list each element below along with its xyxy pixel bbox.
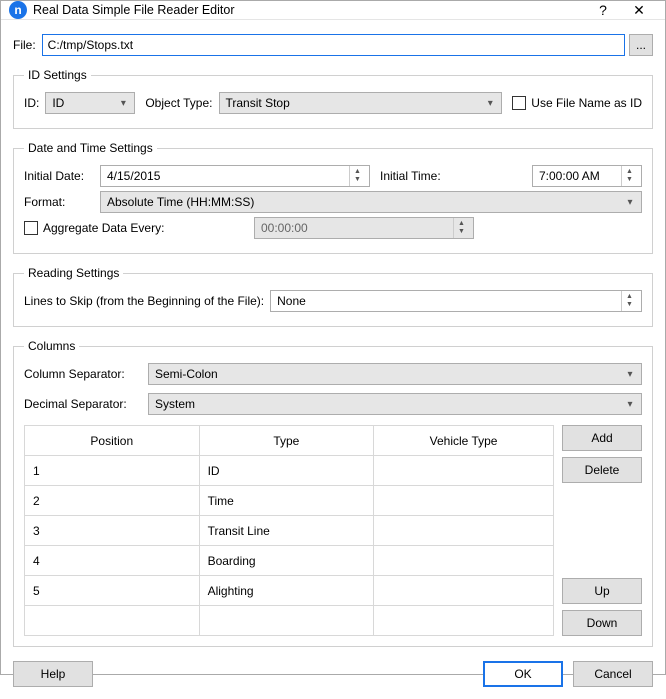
column-separator-select[interactable]: Semi-Colon▾ [148,363,642,385]
id-settings-group: ID Settings ID: ID▾ Object Type: Transit… [13,68,653,129]
table-header-row: Position Type Vehicle Type [25,426,554,456]
table-cell[interactable]: Alighting [199,576,374,606]
close-icon[interactable]: ✕ [621,2,657,19]
id-select[interactable]: ID▾ [45,92,135,114]
file-label: File: [13,38,36,52]
table-cell[interactable]: ID [199,456,374,486]
file-path-input[interactable] [42,34,625,56]
table-row[interactable]: 1ID [25,456,554,486]
table-cell[interactable]: 4 [25,546,200,576]
chevron-down-icon: ▾ [483,98,497,109]
use-filename-label: Use File Name as ID [531,96,642,110]
initial-date-input[interactable]: 4/15/2015 ▲▼ [100,165,370,187]
chevron-down-icon: ▾ [623,399,637,410]
use-filename-checkbox[interactable]: Use File Name as ID [512,96,642,110]
table-cell[interactable] [374,606,554,636]
table-cell[interactable]: Time [199,486,374,516]
columns-legend: Columns [24,339,79,353]
table-row[interactable] [25,606,554,636]
chevron-down-icon: ▾ [116,98,130,109]
window-title: Real Data Simple File Reader Editor [33,3,585,17]
table-cell[interactable] [25,606,200,636]
add-button[interactable]: Add [562,425,642,451]
aggregate-label: Aggregate Data Every: [43,221,164,235]
table-row[interactable]: 4Boarding [25,546,554,576]
table-cell[interactable] [199,606,374,636]
table-cell[interactable]: 3 [25,516,200,546]
table-row[interactable]: 5Alighting [25,576,554,606]
browse-button[interactable]: ... [629,34,653,56]
table-cell[interactable] [374,456,554,486]
table-cell[interactable]: 1 [25,456,200,486]
chevron-down-icon: ▾ [623,197,637,208]
col-header-type: Type [199,426,374,456]
up-button[interactable]: Up [562,578,642,604]
ok-button[interactable]: OK [483,661,563,687]
id-settings-legend: ID Settings [24,68,91,82]
lines-to-skip-label: Lines to Skip (from the Beginning of the… [24,294,264,308]
table-cell[interactable] [374,486,554,516]
col-header-vehicle: Vehicle Type [374,426,554,456]
table-cell[interactable]: 2 [25,486,200,516]
delete-button[interactable]: Delete [562,457,642,483]
columns-table[interactable]: Position Type Vehicle Type 1ID2Time3Tran… [24,425,554,636]
spinner-arrows-icon[interactable]: ▲▼ [349,166,365,186]
reading-settings-group: Reading Settings Lines to Skip (from the… [13,266,653,327]
format-label: Format: [24,195,94,209]
decimal-separator-select[interactable]: System▾ [148,393,642,415]
spinner-arrows-icon: ▲▼ [453,218,469,238]
initial-time-label: Initial Time: [380,169,441,183]
aggregate-value-input: 00:00:00 ▲▼ [254,217,474,239]
help-icon[interactable]: ? [585,2,621,18]
table-row[interactable]: 2Time [25,486,554,516]
object-type-label: Object Type: [145,96,212,110]
decimal-separator-label: Decimal Separator: [24,397,142,411]
checkbox-icon [512,96,526,110]
column-separator-label: Column Separator: [24,367,142,381]
aggregate-checkbox[interactable]: Aggregate Data Every: [24,221,254,235]
title-bar: n Real Data Simple File Reader Editor ? … [1,1,665,20]
help-button[interactable]: Help [13,661,93,687]
table-row[interactable]: 3Transit Line [25,516,554,546]
table-cell[interactable]: Boarding [199,546,374,576]
object-type-select[interactable]: Transit Stop▾ [219,92,503,114]
table-cell[interactable]: 5 [25,576,200,606]
id-label: ID: [24,96,39,110]
initial-date-label: Initial Date: [24,169,94,183]
table-cell[interactable] [374,546,554,576]
table-cell[interactable] [374,576,554,606]
date-time-group: Date and Time Settings Initial Date: 4/1… [13,141,653,254]
date-time-legend: Date and Time Settings [24,141,157,155]
lines-to-skip-input[interactable]: None ▲▼ [270,290,642,312]
down-button[interactable]: Down [562,610,642,636]
table-cell[interactable]: Transit Line [199,516,374,546]
spinner-arrows-icon[interactable]: ▲▼ [621,166,637,186]
table-cell[interactable] [374,516,554,546]
cancel-button[interactable]: Cancel [573,661,653,687]
spinner-arrows-icon[interactable]: ▲▼ [621,291,637,311]
checkbox-icon [24,221,38,235]
format-select[interactable]: Absolute Time (HH:MM:SS)▾ [100,191,642,213]
columns-group: Columns Column Separator: Semi-Colon▾ De… [13,339,653,647]
initial-time-input[interactable]: 7:00:00 AM ▲▼ [532,165,642,187]
chevron-down-icon: ▾ [623,369,637,380]
col-header-position: Position [25,426,200,456]
app-icon: n [9,1,27,19]
reading-legend: Reading Settings [24,266,123,280]
